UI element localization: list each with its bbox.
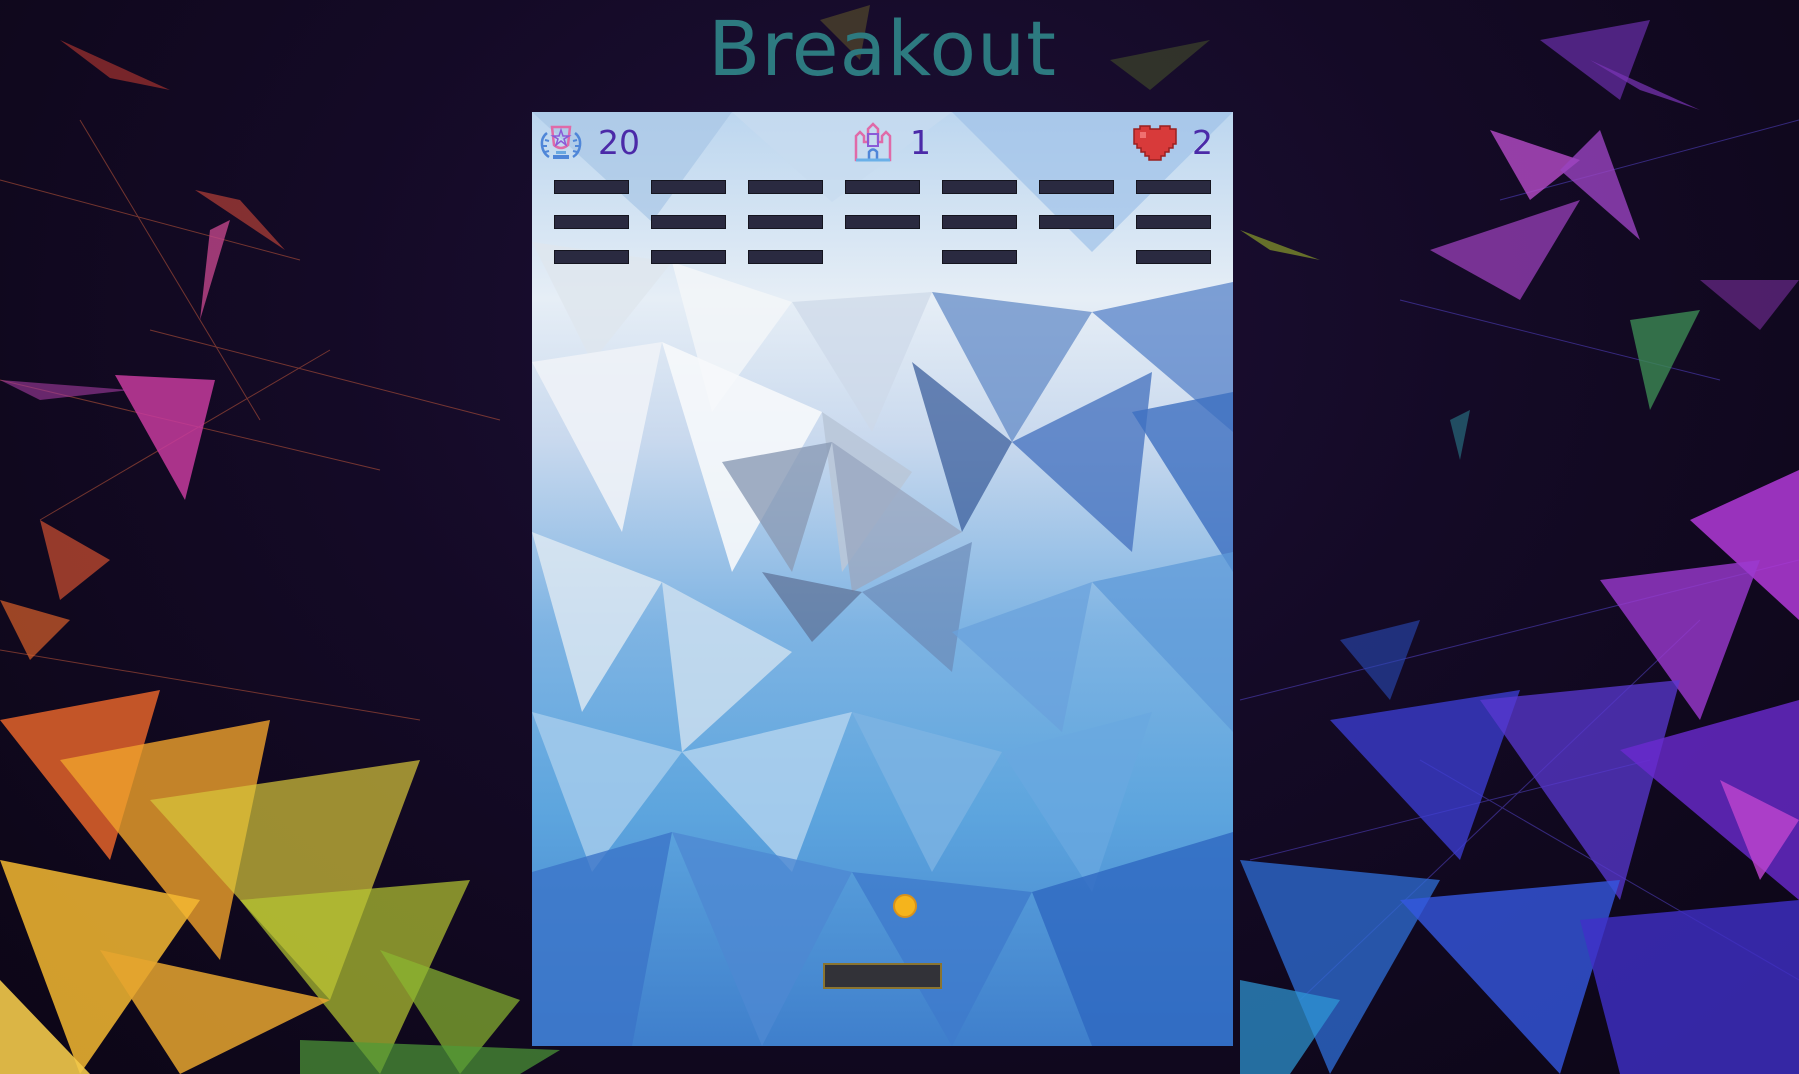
brick (845, 215, 920, 229)
brick (942, 180, 1017, 194)
brick (554, 215, 629, 229)
level-display: 1 (850, 120, 931, 164)
brick (651, 180, 726, 194)
brick (1039, 215, 1114, 229)
heart-icon (1133, 125, 1177, 161)
brick (1136, 215, 1211, 229)
game-page: Breakout 20 1 2 (0, 0, 1799, 1074)
brick (942, 250, 1017, 264)
board-background (532, 112, 1233, 1046)
trophy-icon (540, 125, 582, 159)
game-board[interactable]: 20 1 2 (532, 112, 1233, 1046)
brick (651, 250, 726, 264)
level-value: 1 (910, 122, 931, 162)
brick (1039, 180, 1114, 194)
lives-value: 2 (1192, 122, 1213, 162)
score-display: 20 (538, 120, 640, 164)
brick (1136, 180, 1211, 194)
brick (1136, 250, 1211, 264)
castle-icon (854, 122, 892, 162)
brick (748, 250, 823, 264)
lives-display: 2 (1132, 120, 1213, 164)
brick (651, 215, 726, 229)
brick (748, 180, 823, 194)
brick (554, 250, 629, 264)
brick (554, 180, 629, 194)
score-value: 20 (598, 122, 640, 162)
paddle[interactable] (823, 963, 942, 989)
game-title: Breakout (708, 4, 1057, 93)
ball (893, 894, 917, 918)
brick (845, 180, 920, 194)
brick (748, 215, 823, 229)
brick (942, 215, 1017, 229)
